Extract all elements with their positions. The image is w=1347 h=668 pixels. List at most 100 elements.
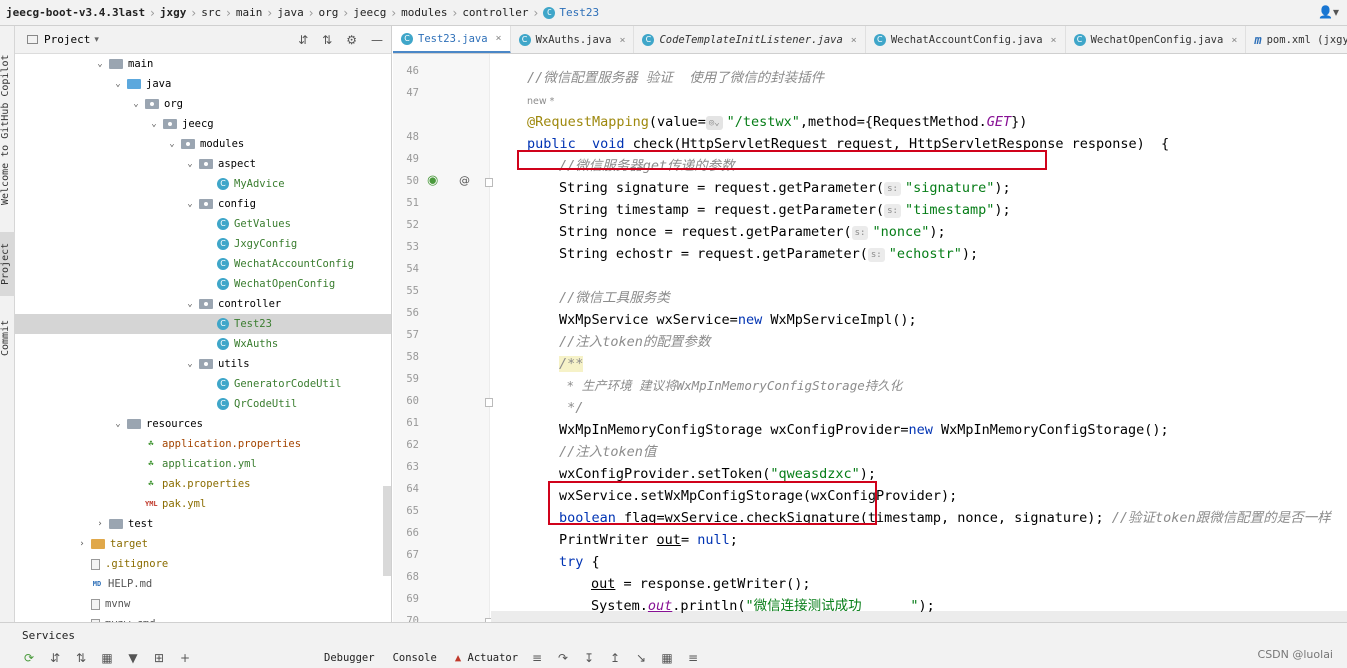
copilot-tab[interactable]: Welcome to GitHub Copilot (0, 40, 15, 220)
step-into-icon[interactable]: ↧ (582, 651, 596, 665)
editor-tab[interactable]: C Test23.java × (393, 26, 511, 53)
chevron-down-icon[interactable]: ⌄ (185, 359, 195, 369)
editor-tab[interactable]: C WechatOpenConfig.java × (1066, 26, 1247, 53)
package-icon (199, 159, 213, 169)
tree-item[interactable]: mvnw (15, 594, 391, 614)
filter-icon[interactable]: ▼ (126, 651, 140, 665)
editor-tab[interactable]: mpom.xml (jxgy)× (1246, 26, 1347, 53)
annotation-icon[interactable]: @ (459, 174, 470, 187)
gear-icon[interactable]: ⚙ (346, 33, 357, 47)
breadcrumb-item[interactable]: main (236, 6, 263, 19)
minimize-icon[interactable]: — (371, 33, 383, 47)
close-icon[interactable]: × (1051, 35, 1057, 46)
tree-item[interactable]: › test (15, 514, 391, 534)
chevron-down-icon[interactable]: ⌄ (185, 299, 195, 309)
chevron-down-icon[interactable]: ⌄ (167, 139, 177, 149)
new-tab-icon[interactable]: ⊞ (152, 651, 166, 665)
breadcrumb-item[interactable]: jeecg (353, 6, 386, 19)
breadcrumb-item[interactable]: src (201, 6, 221, 19)
close-icon[interactable]: × (1231, 35, 1237, 46)
code-line-57: WxMpService wxService=new WxMpServiceImp… (559, 312, 917, 328)
tree-item[interactable]: C WxAuths (15, 334, 391, 354)
tree-item[interactable]: ⌄ modules (15, 134, 391, 154)
tree-item[interactable]: C MyAdvice (15, 174, 391, 194)
chevron-down-icon[interactable]: ⌄ (185, 199, 195, 209)
chevron-down-icon[interactable]: ⌄ (113, 79, 123, 89)
breadcrumb-item[interactable]: jeecg-boot-v3.4.3last (6, 6, 145, 19)
collapse-all-icon[interactable]: ⇅ (322, 33, 332, 47)
editor-tab[interactable]: C WechatAccountConfig.java × (866, 26, 1066, 53)
tree-item[interactable]: ☘ pak.properties (15, 474, 391, 494)
tree-item[interactable]: MD HELP.md (15, 574, 391, 594)
chevron-down-icon[interactable]: ⌄ (149, 119, 159, 129)
chevron-down-icon[interactable]: ⌄ (113, 419, 123, 429)
editor-tab[interactable]: C WxAuths.java × (511, 26, 635, 53)
tab-actuator[interactable]: ▲ Actuator (455, 652, 518, 664)
tree-item[interactable]: ☘ application.yml (15, 454, 391, 474)
chevron-right-icon[interactable]: › (95, 519, 105, 529)
tree-item[interactable]: mvnw.cmd (15, 614, 391, 622)
tree-item[interactable]: .gitignore (15, 554, 391, 574)
table-icon[interactable]: ▦ (660, 651, 674, 665)
editor-tab[interactable]: C CodeTemplateInitListener.java × (634, 26, 866, 53)
add-icon[interactable]: + (178, 651, 192, 665)
tree-item[interactable]: C JxgyConfig (15, 234, 391, 254)
step-out-icon[interactable]: ↥ (608, 651, 622, 665)
usage-hint[interactable]: new * (527, 96, 554, 107)
breadcrumb-item[interactable]: C Test23 (543, 6, 599, 19)
breadcrumb-item[interactable]: modules (401, 6, 447, 19)
project-panel-title[interactable]: Project (44, 33, 90, 46)
tree-item-label: jeecg (182, 118, 214, 130)
tree-item[interactable]: C QrCodeUtil (15, 394, 391, 414)
user-icon[interactable]: 👤▾ (1318, 5, 1339, 19)
tree-item[interactable]: C GetValues (15, 214, 391, 234)
tree-item[interactable]: ⌄ aspect (15, 154, 391, 174)
globe-icon[interactable]: ◎⌄ (705, 116, 723, 130)
tab-debugger[interactable]: Debugger (324, 652, 375, 664)
tree-item[interactable]: ⌄ config (15, 194, 391, 214)
tree-item[interactable]: ⌄ main (15, 54, 391, 74)
group-icon[interactable]: ▦ (100, 651, 114, 665)
tab-console[interactable]: Console (393, 652, 437, 664)
chevron-down-icon[interactable]: ⌄ (95, 59, 105, 69)
commit-tool-tab[interactable]: Commit (0, 312, 15, 364)
spring-endpoint-icon[interactable]: ◉ (427, 173, 438, 188)
tree-item[interactable]: ⌄ controller (15, 294, 391, 314)
breadcrumb-item[interactable]: java (277, 6, 304, 19)
step-icon[interactable]: ↷ (556, 651, 570, 665)
project-tool-tab[interactable]: Project (0, 232, 15, 296)
tree-item[interactable]: ⌄ jeecg (15, 114, 391, 134)
run-to-cursor-icon[interactable]: ↘ (634, 651, 648, 665)
code-area[interactable]: //微信配置服务器 验证 使用了微信的封装插件 new * @RequestMa… (491, 54, 1347, 622)
services-label[interactable]: Services (22, 629, 75, 642)
editor-tab-label: WxAuths.java (535, 34, 612, 46)
tree-item[interactable]: › target (15, 534, 391, 554)
chevron-right-icon[interactable]: › (77, 539, 87, 549)
chevron-down-icon[interactable]: ▾ (94, 35, 99, 45)
close-icon[interactable]: × (619, 35, 625, 46)
breadcrumb-item[interactable]: jxgy (160, 6, 187, 19)
tree-item[interactable]: ⌄ org (15, 94, 391, 114)
expand-all-icon[interactable]: ⇵ (298, 33, 308, 47)
breadcrumb-item[interactable]: org (319, 6, 339, 19)
expand-icon[interactable]: ⇵ (48, 651, 62, 665)
tree-item[interactable]: C Test23 (15, 314, 391, 334)
breadcrumb-item[interactable]: controller (462, 6, 528, 19)
tree-item[interactable]: C GeneratorCodeUtil (15, 374, 391, 394)
close-icon[interactable]: × (496, 33, 502, 44)
tree-item[interactable]: ⌄ java (15, 74, 391, 94)
rerun-icon[interactable]: ⟳ (22, 651, 36, 665)
collapse-icon[interactable]: ⇅ (74, 651, 88, 665)
chevron-down-icon[interactable]: ⌄ (185, 159, 195, 169)
tree-item[interactable]: ⌄ utils (15, 354, 391, 374)
tree-item[interactable]: C WechatAccountConfig (15, 254, 391, 274)
chevron-down-icon[interactable]: ⌄ (131, 99, 141, 109)
scrollbar-thumb[interactable] (383, 486, 391, 576)
close-icon[interactable]: × (851, 35, 857, 46)
tree-item[interactable]: C WechatOpenConfig (15, 274, 391, 294)
tree-item[interactable]: ⌄ resources (15, 414, 391, 434)
list-icon[interactable]: ≡ (686, 651, 700, 665)
tree-item[interactable]: YML pak.yml (15, 494, 391, 514)
tree-item[interactable]: ☘ application.properties (15, 434, 391, 454)
menu-icon[interactable]: ≡ (530, 651, 544, 665)
